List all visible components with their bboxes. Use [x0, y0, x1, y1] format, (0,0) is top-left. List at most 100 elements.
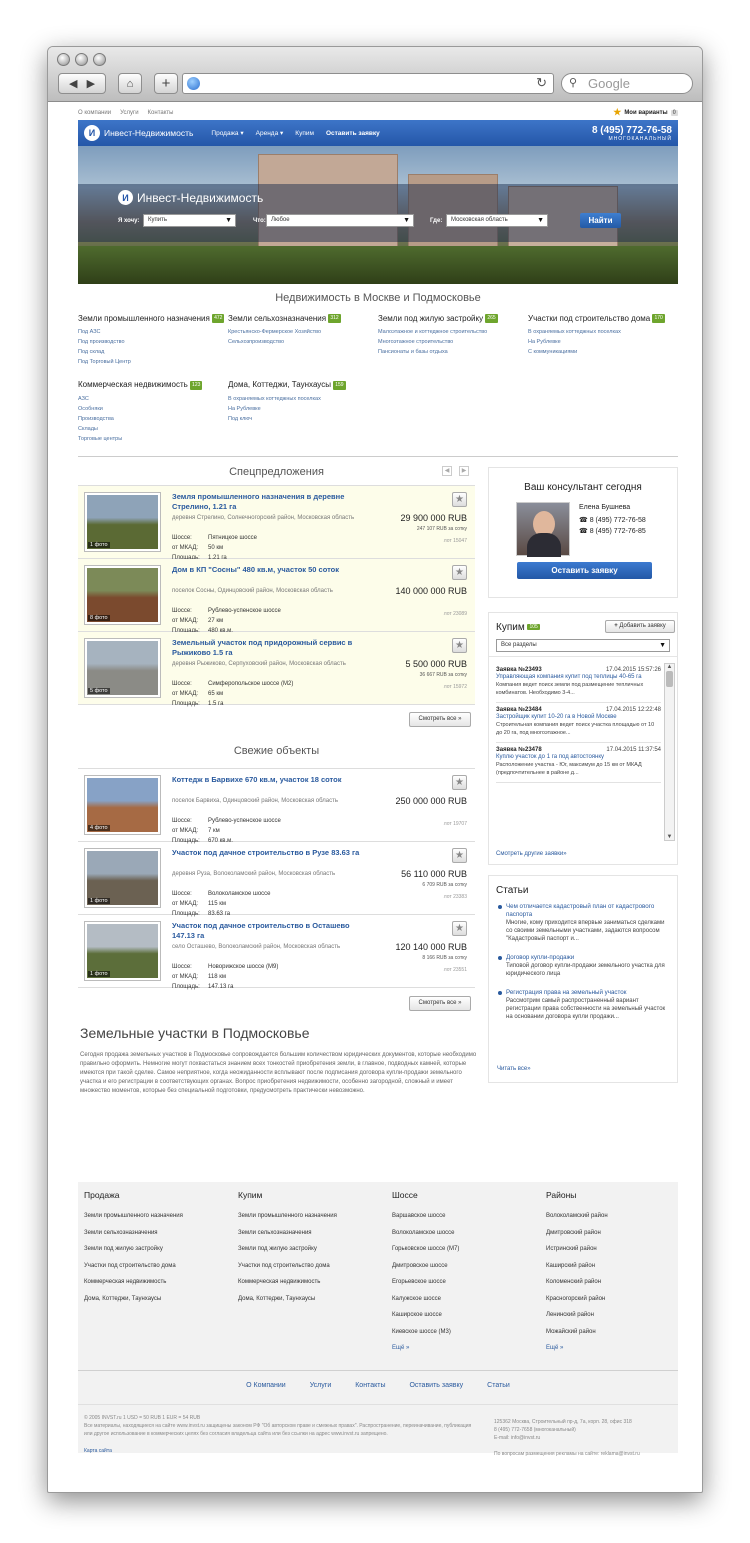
category-link[interactable]: На Рублевке — [228, 404, 378, 414]
category-heading[interactable]: Участки под строительство дома 170 — [528, 314, 678, 324]
footer-column-link[interactable]: Коммерческая недвижимость — [84, 1274, 234, 1291]
listing-photo[interactable]: 5 фото — [84, 637, 161, 698]
prev-arrow-icon[interactable]: ◀ — [442, 465, 452, 476]
category-link[interactable]: Под АЗС — [78, 327, 228, 337]
buy-request-title[interactable]: Куплю участок до 1 га под автостоянку — [496, 753, 661, 761]
footer-column-link[interactable]: Ещё » — [392, 1340, 542, 1357]
category-link[interactable]: Торговые центры — [78, 434, 228, 444]
footer-column-link[interactable]: Ленинский район — [546, 1307, 696, 1324]
forward-arrow-icon[interactable]: ▶ — [87, 77, 95, 90]
listing-item[interactable]: 5 фото Земельный участок под придорожный … — [78, 631, 475, 707]
footer-column-link[interactable]: Дмитровский район — [546, 1225, 696, 1242]
category-link[interactable]: Склады — [78, 424, 228, 434]
category-heading[interactable]: Земли сельхозназначения 312 — [228, 314, 378, 324]
footer-column-link[interactable]: Земли под жилую застройку — [238, 1241, 388, 1258]
footer-column-link[interactable]: Земли сельхозназначения — [238, 1225, 388, 1242]
footer-column-link[interactable]: Дома, Коттеджи, Таунхаусы — [84, 1291, 234, 1308]
category-heading[interactable]: Земли промышленного назначения 472 — [78, 314, 228, 324]
buy-more-link[interactable]: Смотреть другие заявки» — [496, 851, 567, 857]
scroll-up-icon[interactable]: ▲ — [665, 664, 674, 670]
nav-leave-request[interactable]: Оставить заявку — [326, 130, 380, 137]
want-select[interactable]: Купить — [143, 214, 236, 227]
listing-title[interactable]: Участок под дачное строительство в Рузе … — [172, 848, 362, 858]
category-heading[interactable]: Дома, Коттеджи, Таунхаусы 159 — [228, 380, 378, 390]
listing-photo[interactable]: 8 фото — [84, 564, 161, 625]
buy-request[interactable]: Заявка №23478 17.04.2015 11:37:54 Куплю уч… — [496, 743, 661, 783]
scroll-thumb[interactable] — [666, 670, 673, 687]
category-link[interactable]: Малоэтажное и коттеджное строительство — [378, 327, 528, 337]
footer-column-link[interactable]: Дмитровское шоссе — [392, 1258, 542, 1275]
search-field[interactable]: ⚲ Google — [561, 73, 693, 94]
reload-icon[interactable]: ↻ — [536, 75, 547, 91]
footer-column-link[interactable]: Участки под строительство дома — [238, 1258, 388, 1275]
minimize-window-button[interactable] — [75, 53, 88, 66]
category-link[interactable]: Особняки — [78, 404, 228, 414]
add-bookmark-button[interactable]: + — [154, 73, 178, 94]
what-select[interactable]: Любое — [266, 214, 414, 227]
listing-photo[interactable]: 4 фото — [84, 774, 161, 835]
article-title[interactable]: Регистрация права на земельный участок — [506, 989, 672, 997]
footer-column-link[interactable]: Земли сельхозназначения — [84, 1225, 234, 1242]
address-bar[interactable]: ↻ — [182, 73, 554, 94]
footer-column-link[interactable]: Земли под жилую застройку — [84, 1241, 234, 1258]
nav-buy[interactable]: Купим — [295, 130, 314, 137]
listing-title[interactable]: Земля промышленного назначения в деревне… — [172, 492, 362, 512]
buy-request[interactable]: Заявка №23484 17.04.2015 12:22:48 Застройщ… — [496, 703, 661, 743]
where-select[interactable]: Московская область — [446, 214, 548, 227]
back-arrow-icon[interactable]: ◀ — [69, 77, 77, 90]
listing-title[interactable]: Земельный участок под придорожный сервис… — [172, 638, 362, 658]
footer-column-link[interactable]: Истринский район — [546, 1241, 696, 1258]
listing-item[interactable]: 1 фото Участок под дачное строительство в… — [78, 842, 475, 917]
footer-column-link[interactable]: Горьковское шоссе (М7) — [392, 1241, 542, 1258]
favorite-star-icon[interactable]: ★ — [452, 637, 467, 653]
favorite-star-icon[interactable]: ★ — [452, 847, 467, 863]
favorite-star-icon[interactable]: ★ — [452, 491, 467, 507]
footer-link-request[interactable]: Оставить заявку — [409, 1382, 463, 1389]
logo-icon[interactable]: И — [84, 125, 100, 141]
footer-link-contacts[interactable]: Контакты — [355, 1382, 385, 1389]
footer-link-articles[interactable]: Статьи — [487, 1382, 510, 1389]
category-link[interactable]: На Рублевке — [528, 337, 678, 347]
category-link[interactable]: Пансионаты и базы отдыха — [378, 347, 528, 357]
buy-request[interactable]: Заявка №23493 17.04.2015 15:57:26 Управляю… — [496, 663, 661, 703]
category-link[interactable]: Под Торговый Центр — [78, 357, 228, 367]
nav-sale[interactable]: Продажа ▾ — [211, 129, 243, 137]
listing-title[interactable]: Дом в КП "Сосны" 480 кв.м, участок 50 со… — [172, 565, 362, 575]
close-window-button[interactable] — [57, 53, 70, 66]
listing-photo[interactable]: 1 фото — [84, 491, 161, 552]
nav-rent[interactable]: Аренда ▾ — [256, 129, 284, 137]
category-link[interactable]: Под производство — [78, 337, 228, 347]
top-link-contacts[interactable]: Контакты — [148, 110, 174, 116]
articles-more-link[interactable]: Читать все» — [497, 1066, 531, 1072]
footer-column-link[interactable]: Коммерческая недвижимость — [238, 1274, 388, 1291]
category-heading[interactable]: Земли под жилую застройку 265 — [378, 314, 528, 324]
category-heading[interactable]: Коммерческая недвижимость 123 — [78, 380, 228, 390]
footer-column-link[interactable]: Ещё » — [546, 1340, 696, 1357]
footer-link-services[interactable]: Услуги — [310, 1382, 332, 1389]
category-link[interactable]: Сельхозпроизводство — [228, 337, 378, 347]
category-link[interactable]: Крестьянско-Фермерское Хозяйство — [228, 327, 378, 337]
footer-column-link[interactable]: Можайский район — [546, 1324, 696, 1341]
footer-column-link[interactable]: Красногорский район — [546, 1291, 696, 1308]
footer-column-link[interactable]: Земли промышленного назначения — [238, 1208, 388, 1225]
favorites-link[interactable]: ★ Мои варианты 0 — [613, 107, 678, 118]
category-link[interactable]: Производства — [78, 414, 228, 424]
home-button[interactable]: ⌂ — [118, 73, 142, 94]
buy-request-title[interactable]: Застройщик купит 10-20 га в Новой Москве — [496, 713, 661, 721]
footer-link-about[interactable]: О Компании — [246, 1382, 286, 1389]
footer-column-link[interactable]: Коломенский район — [546, 1274, 696, 1291]
category-link[interactable]: АЗС — [78, 394, 228, 404]
buy-scrollbar[interactable]: ▲ ▼ — [664, 662, 675, 841]
find-button[interactable]: Найти — [580, 213, 621, 228]
favorite-star-icon[interactable]: ★ — [452, 774, 467, 790]
top-link-about[interactable]: О компании — [78, 110, 111, 116]
top-link-services[interactable]: Услуги — [120, 110, 138, 116]
add-request-button[interactable]: + Добавить заявку — [605, 619, 675, 633]
buy-filter-select[interactable]: Все разделы — [496, 638, 670, 652]
buy-request-title[interactable]: Управляющая компания купит под теплицы 4… — [496, 673, 661, 681]
category-link[interactable]: Под склад — [78, 347, 228, 357]
listing-item[interactable]: 8 фото Дом в КП "Сосны" 480 кв.м, участок… — [78, 558, 475, 634]
special-more-button[interactable]: Смотреть все » — [409, 711, 471, 727]
footer-column-link[interactable]: Каширское шоссе — [392, 1307, 542, 1324]
listing-photo[interactable]: 1 фото — [84, 847, 161, 908]
